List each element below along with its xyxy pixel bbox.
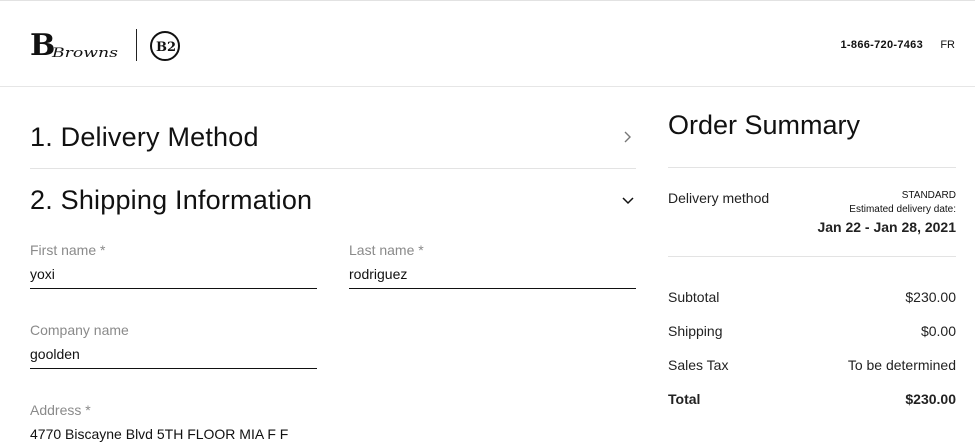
last-name-label: Last name * xyxy=(349,242,424,258)
chevron-right-icon[interactable] xyxy=(621,130,635,144)
first-name-label: First name * xyxy=(30,242,106,258)
sales-tax-label: Sales Tax xyxy=(668,357,729,373)
delivery-method-value: STANDARD xyxy=(901,190,956,201)
summary-divider xyxy=(668,256,956,257)
address-label: Address * xyxy=(30,402,91,418)
site-header: B Browns B2 1-866-720-7463 FR xyxy=(0,1,975,87)
shipping-value: $0.00 xyxy=(920,323,956,339)
order-summary-heading: Order Summary xyxy=(668,110,861,140)
language-toggle[interactable]: FR xyxy=(940,39,955,51)
sales-tax-value: To be determined xyxy=(847,357,956,373)
last-name-input[interactable]: rodriguez xyxy=(349,266,407,282)
summary-divider xyxy=(668,167,956,168)
delivery-method-label: Delivery method xyxy=(668,190,770,206)
subtotal-value: $230.00 xyxy=(905,289,956,305)
company-name-underline xyxy=(30,368,317,369)
first-name-underline xyxy=(30,288,317,289)
logo-text: Browns xyxy=(51,46,119,61)
b2-logo[interactable]: B2 xyxy=(149,30,181,62)
last-name-underline xyxy=(349,288,636,289)
logo-badge-text: B2 xyxy=(156,40,176,55)
shipping-label: Shipping xyxy=(668,323,723,339)
company-name-label: Company name xyxy=(30,322,129,338)
total-label: Total xyxy=(668,391,701,407)
phone-number[interactable]: 1-866-720-7463 xyxy=(841,39,923,51)
estimated-delivery-dates: Jan 22 - Jan 28, 2021 xyxy=(817,219,956,235)
delivery-method-heading[interactable]: 1. Delivery Method xyxy=(30,122,259,153)
first-name-input[interactable]: yoxi xyxy=(30,266,55,282)
estimated-delivery-label: Estimated delivery date: xyxy=(849,204,956,215)
total-value: $230.00 xyxy=(905,391,956,407)
subtotal-label: Subtotal xyxy=(668,289,720,305)
logo-separator xyxy=(136,29,137,61)
address-input[interactable]: 4770 Biscayne Blvd 5TH FLOOR MIA F F xyxy=(30,426,288,442)
shipping-information-heading[interactable]: 2. Shipping Information xyxy=(30,185,312,216)
company-name-input[interactable]: goolden xyxy=(30,346,80,362)
section-divider xyxy=(30,168,636,169)
chevron-down-icon[interactable] xyxy=(621,193,635,207)
browns-logo[interactable]: B Browns xyxy=(30,29,125,63)
